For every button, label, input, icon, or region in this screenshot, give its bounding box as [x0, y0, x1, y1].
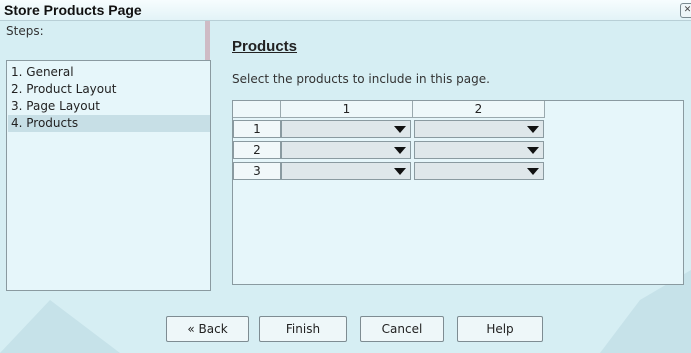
close-icon[interactable]: ✕ — [680, 3, 691, 18]
dropdown-arrow-icon — [527, 126, 539, 133]
title-bar: Store Products Page ✕ — [0, 0, 691, 21]
table-corner — [233, 101, 281, 118]
step-item-products[interactable]: 4. Products — [8, 115, 210, 132]
window-title: Store Products Page — [4, 2, 142, 18]
product-select-r3-c1[interactable] — [281, 162, 411, 180]
steps-label: Steps: — [6, 24, 44, 38]
dropdown-arrow-icon — [527, 168, 539, 175]
product-select-r2-c1[interactable] — [281, 141, 411, 159]
back-button[interactable]: « Back — [166, 316, 249, 342]
step-item-page-layout[interactable]: 3. Page Layout — [8, 98, 210, 115]
product-select-r1-c1[interactable] — [281, 120, 411, 138]
step-item-product-layout[interactable]: 2. Product Layout — [8, 81, 210, 98]
steps-label-text: Steps: — [6, 24, 44, 38]
row-header-1: 1 — [233, 120, 281, 138]
dropdown-arrow-icon — [394, 126, 406, 133]
row-header-2: 2 — [233, 141, 281, 159]
product-select-r2-c2[interactable] — [414, 141, 544, 159]
cancel-button[interactable]: Cancel — [360, 316, 444, 342]
back-chevron-icon: « — [187, 322, 195, 336]
column-header-2: 2 — [413, 101, 545, 118]
product-select-r1-c2[interactable] — [414, 120, 544, 138]
product-select-r3-c2[interactable] — [414, 162, 544, 180]
step-item-general[interactable]: 1. General — [8, 64, 210, 81]
back-label: Back — [198, 322, 228, 336]
finish-button[interactable]: Finish — [259, 316, 347, 342]
steps-list: 1. General 2. Product Layout 3. Page Lay… — [6, 60, 211, 291]
dropdown-arrow-icon — [527, 147, 539, 154]
dropdown-arrow-icon — [394, 168, 406, 175]
products-table: 1 2 1 2 3 — [232, 100, 684, 285]
dropdown-arrow-icon — [394, 147, 406, 154]
help-button[interactable]: Help — [457, 316, 543, 342]
row-header-3: 3 — [233, 162, 281, 180]
page-description: Select the products to include in this p… — [232, 72, 490, 86]
page-title: Products — [232, 38, 298, 55]
column-header-1: 1 — [281, 101, 413, 118]
store-products-dialog: Store Products Page ✕ Steps: 1. General … — [0, 0, 691, 353]
